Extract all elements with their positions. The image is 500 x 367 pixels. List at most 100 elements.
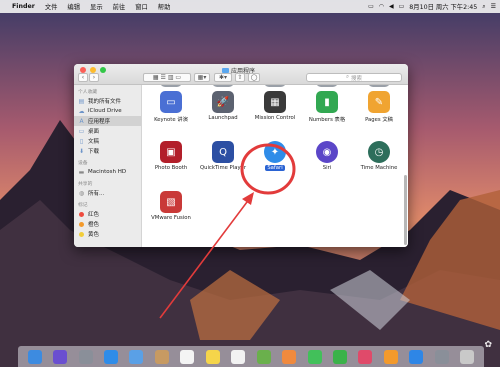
view-mode-control[interactable]: ▦ ☰ ▥ ▭ [143, 73, 191, 82]
app-item-partial[interactable] [195, 85, 251, 89]
sidebar-item-downloads[interactable]: ⬇ 下载 [74, 146, 141, 156]
app-item-pages[interactable]: ✎ Pages 文稿 [351, 91, 407, 123]
forward-button[interactable]: › [89, 73, 99, 82]
app-item-vmware-fusion[interactable]: ▧ VMware Fusion [143, 191, 199, 221]
maps-icon[interactable] [256, 349, 271, 364]
tag-dot-orange [79, 221, 84, 227]
watermark-logo: ✿ [484, 340, 492, 350]
app-item-keynote[interactable]: ▭ Keynote 讲演 [143, 91, 199, 123]
cloud-icon: ☁ [78, 107, 85, 115]
app-item-partial[interactable] [299, 85, 355, 89]
app-label: QuickTime Player [199, 165, 247, 171]
arrange-button[interactable]: ▦▾ [194, 73, 210, 82]
notes-icon[interactable] [205, 349, 220, 364]
tag-dot-red [79, 211, 84, 217]
photos-icon[interactable] [282, 349, 297, 364]
ibooks-icon[interactable] [383, 349, 398, 364]
menu-help[interactable]: 帮助 [158, 2, 171, 11]
vertical-scrollbar[interactable] [404, 175, 407, 245]
battery-icon[interactable]: ▭ [399, 3, 405, 10]
sidebar-item-desktop[interactable]: ▭ 桌面 [74, 126, 141, 136]
calendar-icon[interactable] [180, 349, 195, 364]
music-icon[interactable] [358, 349, 373, 364]
trash-icon[interactable] [460, 349, 475, 364]
airplay-icon[interactable]: ▭ [368, 3, 374, 10]
cover-flow-icon[interactable]: ▭ [175, 74, 181, 81]
app-label: Keynote 讲演 [154, 117, 188, 123]
app-item-quicktime[interactable]: Q QuickTime Player [195, 141, 251, 171]
contacts-icon[interactable] [154, 349, 169, 364]
menu-window[interactable]: 窗口 [135, 2, 148, 11]
siri-icon: ◉ [316, 141, 338, 163]
share-button[interactable]: ⇧ [235, 73, 245, 82]
column-view-icon[interactable]: ▥ [168, 74, 174, 81]
sidebar-item-macintosh-hd[interactable]: ▬ Macintosh HD [74, 167, 141, 177]
messages-icon[interactable] [307, 349, 322, 364]
menu-bar: Finder 文件 编辑 显示 前往 窗口 帮助 ▭ ◠ ◀ ▭ 8月10日 周… [0, 0, 500, 13]
list-view-icon[interactable]: ☰ [161, 74, 166, 81]
sidebar-item-tag-orange[interactable]: 橙色 [74, 219, 141, 229]
menu-go[interactable]: 前往 [113, 2, 126, 11]
sidebar-item-label: iCloud Drive [88, 108, 122, 114]
app-item-launchpad[interactable]: 🚀 Launchpad [195, 91, 251, 121]
menu-edit[interactable]: 编辑 [67, 2, 80, 11]
menu-file[interactable]: 文件 [45, 2, 58, 11]
sidebar-item-all-files[interactable]: ▤ 我的所有文件 [74, 96, 141, 106]
pages-icon: ✎ [368, 91, 390, 113]
app-item-siri[interactable]: ◉ Siri [299, 141, 355, 171]
sidebar-item-applications[interactable]: A 应用程序 [74, 116, 141, 126]
sidebar-item-label: 文稿 [88, 139, 100, 145]
action-button[interactable]: ✱▾ [214, 73, 232, 82]
search-icon: ⌕ [345, 74, 350, 80]
app-item-numbers[interactable]: ▮ Numbers 表格 [299, 91, 355, 123]
volume-icon[interactable]: ◀ [389, 3, 394, 10]
network-icon: ◍ [78, 189, 85, 197]
menu-clock[interactable]: 8月10日 周六 下午2:45 [409, 2, 477, 11]
launchpad-icon: 🚀 [212, 91, 234, 113]
applications-grid: ▭ Keynote 讲演 🚀 Launchpad ▦ Mission Contr… [143, 85, 408, 247]
app-store-icon[interactable] [409, 349, 424, 364]
sidebar-item-tag-yellow[interactable]: 黄色 [74, 229, 141, 239]
mail-icon[interactable] [129, 349, 144, 364]
finder-icon[interactable] [27, 349, 42, 364]
siri-icon[interactable] [53, 349, 68, 364]
sidebar-item-label: 橙色 [88, 222, 100, 228]
desktop-icon: ▭ [78, 127, 85, 135]
preferences-icon[interactable] [434, 349, 449, 364]
sidebar-item-label: 所有... [88, 191, 105, 197]
search-field[interactable]: ⌕ 搜索 [306, 73, 402, 82]
app-item-mission-control[interactable]: ▦ Mission Control [247, 91, 303, 121]
back-button[interactable]: ‹ [78, 73, 88, 82]
launchpad-icon[interactable] [78, 349, 93, 364]
reminders-icon[interactable] [231, 349, 246, 364]
sidebar: 个人收藏 ▤ 我的所有文件 ☁ iCloud Drive A 应用程序 ▭ 桌面 ▯ 文稿… [74, 85, 142, 247]
menu-app-name[interactable]: Finder [12, 3, 35, 10]
sidebar-header-tags: 标记 [78, 203, 88, 208]
facetime-icon[interactable] [332, 349, 347, 364]
app-item-safari[interactable]: ✦ Safari [247, 141, 303, 171]
recent-icon: ▤ [78, 97, 85, 105]
app-label-selected: Safari [265, 165, 285, 171]
sidebar-item-icloud[interactable]: ☁ iCloud Drive [74, 106, 141, 116]
notification-center-icon[interactable]: ☰ [491, 3, 496, 10]
sidebar-item-shared-all[interactable]: ◍ 所有... [74, 188, 141, 198]
apps-icon: A [79, 117, 84, 125]
safari-icon[interactable] [104, 349, 119, 364]
sidebar-header-favorites: 个人收藏 [78, 90, 98, 95]
app-item-photo-booth[interactable]: ▣ Photo Booth [143, 141, 199, 171]
app-item-partial[interactable] [351, 85, 407, 89]
app-item-partial[interactable] [247, 85, 303, 89]
sidebar-item-documents[interactable]: ▯ 文稿 [74, 136, 141, 146]
spotlight-icon[interactable]: ⌕ [482, 3, 485, 11]
sidebar-item-label: 桌面 [88, 129, 100, 135]
vmware-icon: ▧ [160, 191, 182, 213]
wifi-icon[interactable]: ◠ [379, 3, 384, 10]
sidebar-item-tag-red[interactable]: 红色 [74, 209, 141, 219]
tags-button[interactable]: ◯ [248, 73, 260, 82]
app-item-time-machine[interactable]: ◷ Time Machine [351, 141, 407, 171]
sidebar-item-label: 下载 [88, 149, 100, 155]
menu-view[interactable]: 显示 [90, 2, 103, 11]
app-item-partial[interactable] [143, 85, 199, 89]
sidebar-item-label: Macintosh HD [88, 169, 127, 175]
icon-view-icon[interactable]: ▦ [153, 74, 159, 81]
